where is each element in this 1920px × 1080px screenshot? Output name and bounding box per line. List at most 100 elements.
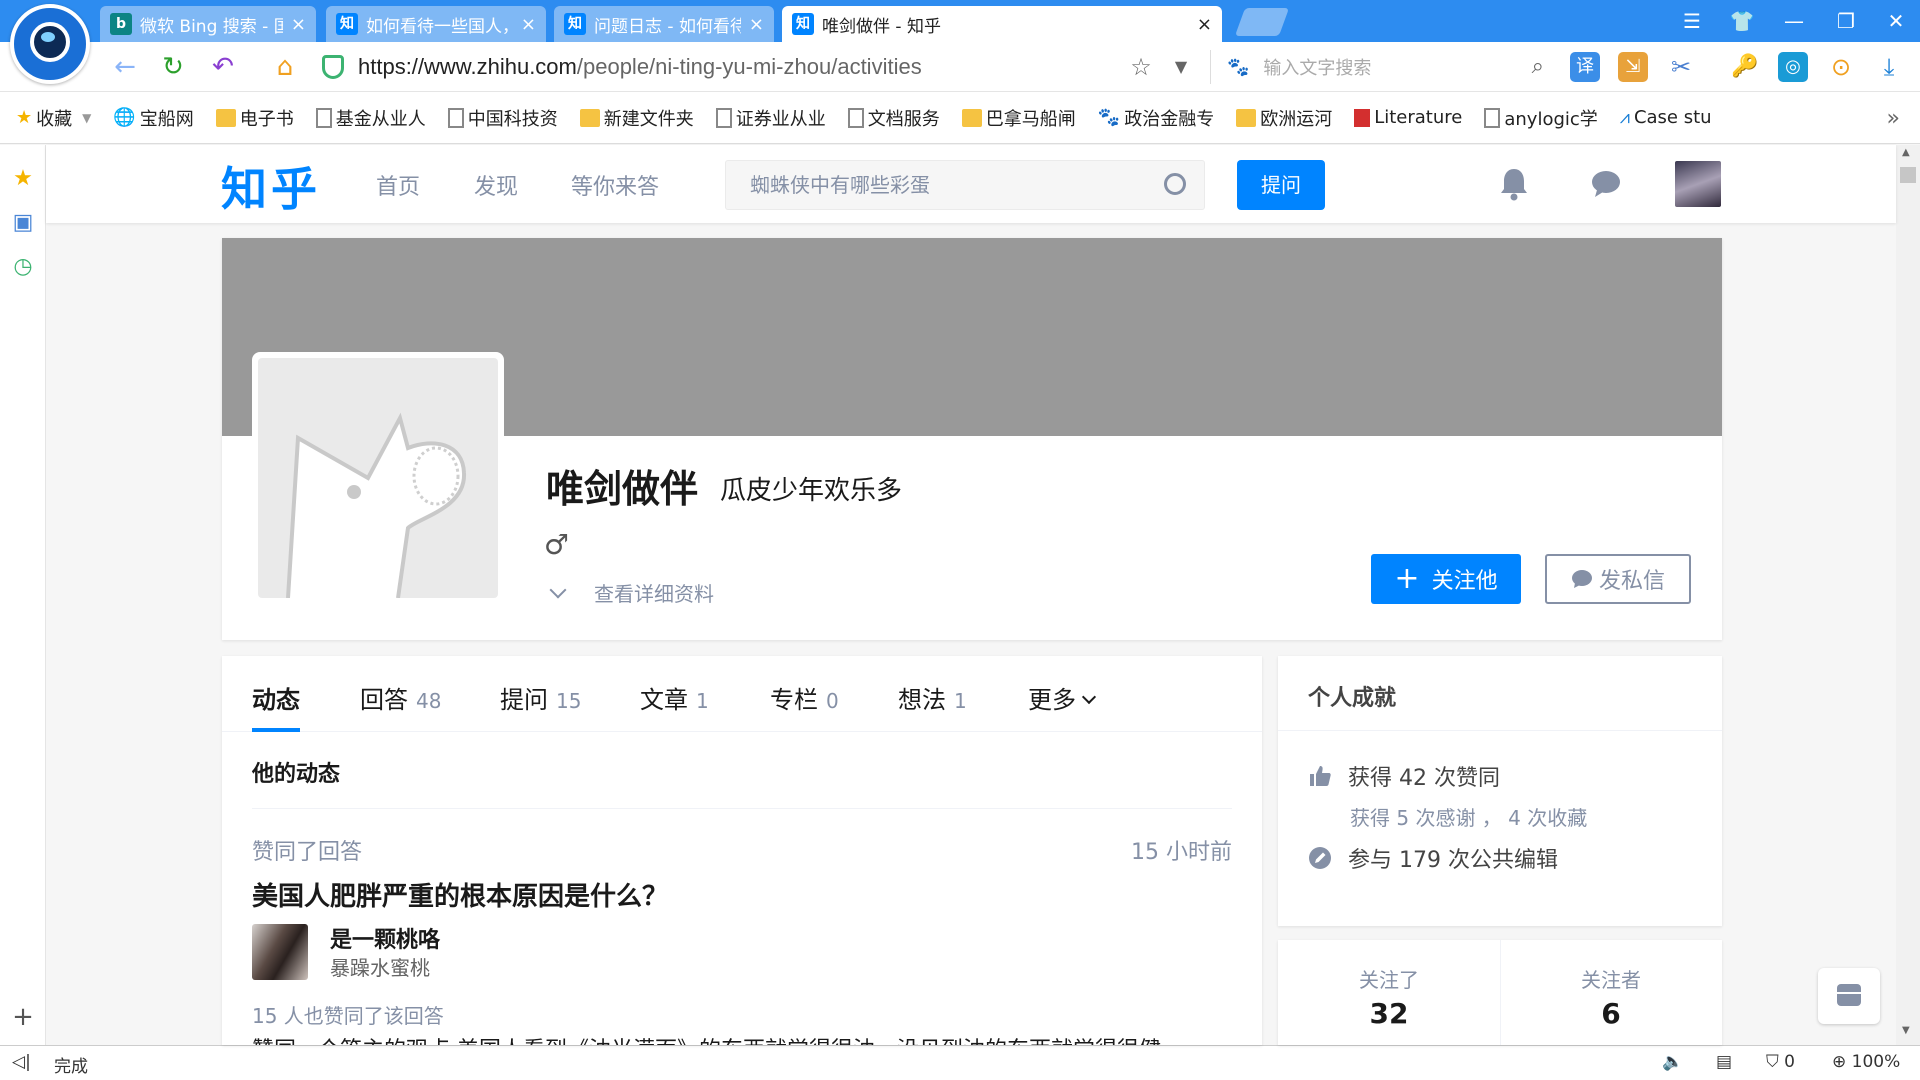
search-icon[interactable]: ⌕ [1532,54,1544,79]
key-icon[interactable]: 🔑 [1730,52,1760,82]
extension-icon[interactable]: ⇲ [1618,52,1648,82]
tab-title: 唯剑做伴 - 知乎 [822,16,941,37]
tab-thoughts[interactable]: 想法 1 [898,680,967,715]
bookmark-star-icon[interactable]: ☆ [1124,50,1158,84]
zhihu-icon: 知 [792,13,814,35]
close-icon[interactable]: × [521,14,536,35]
bookmark-item[interactable]: 证券业从业 [715,105,826,131]
screenshot-icon[interactable]: ◎ [1778,52,1808,82]
nav-waiting-answers[interactable]: 等你来答 [571,169,659,201]
answer-author-name[interactable]: 是一颗桃咯 [330,922,440,954]
bookmark-item[interactable]: 中国科技资 [447,105,558,131]
browser-tab-question-log[interactable]: 知 问题日志 - 如何看待一些 × [554,6,774,42]
view-details-link[interactable]: 查看详细资料 [546,578,714,607]
activity-question-title[interactable]: 美国人肥胖严重的根本原因是什么？ [252,876,668,913]
floating-feedback-button[interactable] [1818,968,1880,1024]
nav-home[interactable]: 首页 [376,169,420,201]
menu-icon[interactable]: ☰ [1674,6,1710,36]
bookmark-item[interactable]: 🐾 政治金融专 [1098,105,1214,131]
bookmark-label: 新建文件夹 [603,108,694,130]
bell-icon[interactable] [1499,167,1529,201]
close-icon[interactable]: × [1197,14,1212,35]
tab-label: 提问 [500,686,548,714]
favorites-star-icon[interactable]: ★ [11,167,35,191]
history-clock-icon[interactable]: ◷ [11,255,35,279]
window-icon[interactable]: ▤ [1716,1052,1732,1072]
sidebar-toggle-icon[interactable]: ◁| [12,1052,31,1072]
add-icon[interactable]: + [11,1004,35,1030]
bookmark-item[interactable]: 新建文件夹 [579,105,694,131]
scrollbar-thumb[interactable] [1900,167,1916,183]
following-count[interactable]: 关注了 32 [1278,940,1500,1045]
edit-pencil-icon [1309,847,1331,869]
tab-more[interactable]: 更多 [1028,680,1097,715]
bookmark-favorites[interactable]: ★ 收藏 ▼ [16,105,91,131]
zhihu-logo[interactable]: 知乎 [221,153,321,219]
bookmark-label: 电子书 [239,108,294,130]
user-avatar[interactable] [1675,161,1721,207]
scroll-down-arrow-icon[interactable]: ▼ [1902,1025,1910,1036]
refresh-icon[interactable]: ↻ [156,50,190,84]
minimize-button[interactable]: — [1776,6,1812,36]
bookmark-item[interactable]: 基金从业人 [315,105,426,131]
message-bubble-icon[interactable] [1591,170,1621,198]
bookmark-item[interactable]: 文档服务 [847,105,940,131]
bookmark-item[interactable]: anylogic学 [1484,105,1598,131]
browser-logo-icon[interactable] [10,4,90,84]
bookmark-item[interactable]: 电子书 [215,105,294,131]
address-bar[interactable]: https://www.zhihu.com/people/ni-ting-yu-… [322,50,1202,84]
vertical-scrollbar[interactable]: ▲ ▼ [1896,145,1920,1045]
new-tab-button[interactable] [1234,8,1290,36]
back-icon[interactable]: ← [108,50,142,84]
bookmark-item[interactable]: ⩘ Case stu [1620,107,1712,128]
close-window-button[interactable]: ✕ [1878,6,1914,36]
restore-button[interactable]: ❐ [1828,6,1864,36]
browser-tab-profile[interactable]: 知 唯剑做伴 - 知乎 × [782,6,1222,42]
tab-answers[interactable]: 回答 48 [360,680,441,715]
tablet-icon[interactable]: ▣ [11,211,35,235]
plus-icon: + [1394,561,1420,596]
browser-tab-zhihu-question[interactable]: 知 如何看待一些国人，对于 × [326,6,546,42]
scissors-icon[interactable]: ✂ [1666,52,1696,82]
download-icon[interactable]: ⤓ [1874,52,1904,82]
bookmark-item[interactable]: Literature [1354,107,1462,128]
tab-columns[interactable]: 专栏 0 [770,680,839,715]
answer-author-avatar[interactable] [252,924,308,980]
url-host: https://www.zhihu.com [358,54,577,79]
scroll-up-arrow-icon[interactable]: ▲ [1902,147,1910,158]
bookmark-label: 宝船网 [139,108,194,130]
answer-excerpt[interactable]: 赞同一个答主的观点 美国人看到《油光满面》的东西就觉得很油，没见到油的东西就觉得… [252,1032,1161,1045]
browser-tab-bing[interactable]: b 微软 Bing 搜索 - 国际版 × [100,6,316,42]
achievements-card: 个人成就 获得 42 次赞同 获得 5 次感谢 ， 4 次收藏 参与 179 次… [1278,656,1722,926]
tab-count: 15 [556,689,582,713]
search-icon[interactable] [1164,173,1186,195]
bookmarks-more-icon[interactable]: » [1887,106,1900,131]
zhihu-search-input[interactable]: 蜘蛛侠中有哪些彩蛋 [725,160,1205,210]
dropdown-arrow-icon[interactable]: ▼ [1164,50,1198,84]
close-icon[interactable]: × [749,14,764,35]
follow-button[interactable]: + 关注他 [1371,554,1521,604]
followers-count[interactable]: 关注者 6 [1500,940,1722,1045]
close-icon[interactable]: × [291,14,306,35]
browser-search-input[interactable]: 🐾 输入文字搜索 ⌕ [1210,50,1550,84]
nav-discover[interactable]: 发现 [474,169,518,201]
more-circle-icon[interactable]: ⊙ [1826,52,1856,82]
zoom-control[interactable]: ⊕ 100% [1832,1052,1900,1072]
translate-icon[interactable]: 译 [1570,52,1600,82]
send-message-button[interactable]: 发私信 [1545,554,1691,604]
sound-icon[interactable]: 🔈 [1662,1052,1683,1072]
browser-nav-bar: ← ↻ ↶ ⌂ https://www.zhihu.com/people/ni-… [0,42,1920,92]
adblock-icon[interactable]: ⛉ 0 [1766,1052,1795,1072]
skin-icon[interactable]: 👕 [1724,6,1760,36]
profile-avatar[interactable] [252,352,504,604]
ask-question-button[interactable]: 提问 [1237,160,1325,210]
undo-icon[interactable]: ↶ [206,50,240,84]
bookmark-item[interactable]: 巴拿马船闸 [961,105,1076,131]
tab-articles[interactable]: 文章 1 [640,680,709,715]
bookmark-item[interactable]: 欧洲运河 [1236,105,1332,131]
bookmarks-bar: ★ 收藏 ▼ 🌐 宝船网 电子书 基金从业人 中国科技资 新建文件夹 证券业从业 文档… [0,92,1920,144]
tab-questions[interactable]: 提问 15 [500,680,581,715]
tab-activities[interactable]: 动态 [252,680,300,715]
home-icon[interactable]: ⌂ [268,50,302,84]
bookmark-item[interactable]: 🌐 宝船网 [113,105,193,131]
